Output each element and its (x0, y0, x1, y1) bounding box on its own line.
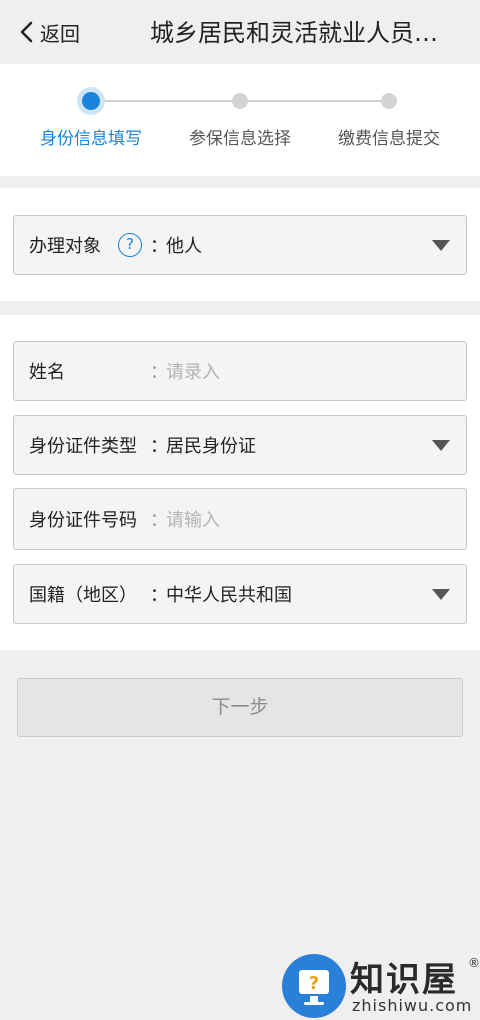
handling-target-label: 办理对象 (29, 236, 101, 257)
progress-stepper: 身份信息填写 参保信息选择 缴费信息提交 (0, 64, 480, 176)
step-connector (240, 100, 389, 102)
step-dot-3 (381, 93, 397, 109)
next-step-button[interactable]: 下一步 (17, 678, 463, 737)
back-label: 返回 (40, 21, 80, 46)
dropdown-caret-icon (432, 240, 450, 251)
name-field[interactable]: 姓名 ： 请录入 (13, 341, 467, 401)
step-dot-2 (232, 93, 248, 109)
dropdown-caret-icon (432, 589, 450, 600)
identity-section: 姓名 ： 请录入 身份证件类型 ： 居民身份证 身份证件号码 ： 请输入 国籍（… (0, 315, 480, 650)
target-section: 办理对象 ? ： 他人 (0, 188, 480, 301)
dropdown-caret-icon (432, 440, 450, 451)
registered-mark: ® (468, 956, 480, 970)
name-placeholder: 请录入 (166, 362, 220, 383)
chevron-left-icon (20, 21, 33, 43)
step-label-1: 身份信息填写 (40, 129, 142, 149)
step-label-2: 参保信息选择 (189, 129, 291, 149)
watermark-text: 知识屋 (350, 960, 458, 1000)
watermark-logo-icon: ? (282, 954, 346, 1018)
nationality-select[interactable]: 国籍（地区） ： 中华人民共和国 (13, 564, 467, 624)
watermark-badge-glyph: ? (309, 973, 319, 994)
nationality-value: 中华人民共和国 (166, 585, 292, 606)
handling-target-value: 他人 (166, 236, 202, 257)
watermark-subtext: zhishiwu.com (352, 996, 473, 1015)
id-type-value: 居民身份证 (166, 436, 256, 457)
id-number-field[interactable]: 身份证件号码 ： 请输入 (13, 488, 467, 550)
app-header: 返回 城乡居民和灵活就业人员… (0, 0, 480, 64)
handling-target-select[interactable]: 办理对象 ? ： 他人 (13, 215, 467, 275)
step-dot-1 (82, 92, 100, 110)
id-type-select[interactable]: 身份证件类型 ： 居民身份证 (13, 415, 467, 475)
help-icon[interactable]: ? (118, 233, 142, 257)
id-type-label: 身份证件类型 (29, 436, 137, 457)
id-number-placeholder: 请输入 (166, 510, 220, 531)
watermark: ? 知识屋 zhishiwu.com ® (276, 948, 480, 1020)
page-title: 城乡居民和灵活就业人员… (150, 19, 438, 47)
id-number-label: 身份证件号码 (29, 510, 137, 531)
name-label: 姓名 (29, 362, 65, 383)
nationality-label: 国籍（地区） (29, 585, 137, 606)
back-button[interactable]: 返回 (18, 16, 80, 48)
step-connector (91, 100, 240, 102)
step-label-3: 缴费信息提交 (338, 129, 440, 149)
